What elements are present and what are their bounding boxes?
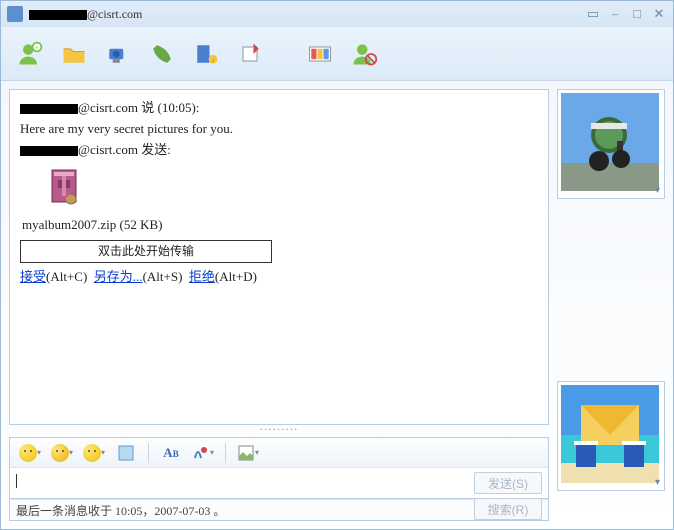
- emoticon-button-3[interactable]: ▾: [80, 441, 108, 465]
- contact-avatar[interactable]: ▾: [557, 89, 665, 199]
- conversation-panel: @cisrt.com 说 (10:05): Here are my very s…: [9, 89, 549, 425]
- font-button[interactable]: AB: [157, 441, 185, 465]
- chat-window: @cisrt.com ▭ – □ ✕ + ♪ @cisrt.com 说 (10:…: [0, 0, 674, 530]
- search-button[interactable]: 搜索(R): [474, 498, 542, 520]
- emoticon-button-2[interactable]: ▾: [48, 441, 76, 465]
- window-title: @cisrt.com: [29, 7, 585, 22]
- svg-text:+: +: [35, 43, 39, 51]
- main-toolbar: + ♪: [1, 27, 673, 81]
- titlebar: @cisrt.com ▭ – □ ✕: [1, 1, 673, 27]
- gallery-button[interactable]: [301, 36, 339, 72]
- splitter[interactable]: ·········: [9, 425, 549, 437]
- background-button[interactable]: ▾: [234, 441, 262, 465]
- svg-text:♪: ♪: [211, 57, 214, 63]
- voice-clip-button[interactable]: ▾: [189, 441, 217, 465]
- close-button[interactable]: ✕: [651, 7, 667, 21]
- compose-area: ▾ ▾ ▾ AB ▾ ▾ 发送(S) 搜索(R): [9, 437, 549, 499]
- decline-link[interactable]: 拒绝: [189, 269, 215, 284]
- message-text: Here are my very secret pictures for you…: [20, 119, 538, 140]
- emoticon-button-1[interactable]: ▾: [16, 441, 44, 465]
- status-text: 最后一条消息收于 10:05，2007-07-03 。: [16, 502, 225, 519]
- status-bar: 最后一条消息收于 10:05，2007-07-03 。 A: [9, 499, 549, 521]
- message-input[interactable]: 发送(S) 搜索(R): [10, 468, 548, 498]
- save-as-link[interactable]: 另存为...: [94, 269, 143, 284]
- invite-button[interactable]: +: [11, 36, 49, 72]
- dock-button[interactable]: ▭: [585, 7, 601, 21]
- video-call-button[interactable]: [99, 36, 137, 72]
- block-button[interactable]: [345, 36, 383, 72]
- games-button[interactable]: [231, 36, 269, 72]
- avatar-menu-icon[interactable]: ▾: [655, 185, 660, 196]
- transfer-progress[interactable]: 双击此处开始传输: [20, 240, 272, 263]
- compose-toolbar: ▾ ▾ ▾ AB ▾ ▾: [10, 438, 548, 468]
- send-button[interactable]: 发送(S): [474, 472, 542, 494]
- app-icon: [7, 6, 23, 22]
- minimize-button[interactable]: –: [607, 7, 623, 21]
- transfer-actions: 接受(Alt+C) 另存为...(Alt+S) 拒绝(Alt+D): [20, 267, 538, 288]
- accept-link[interactable]: 接受: [20, 269, 46, 284]
- wink-button[interactable]: [112, 441, 140, 465]
- share-files-button[interactable]: [55, 36, 93, 72]
- voice-call-button[interactable]: [143, 36, 181, 72]
- file-name: myalbum2007.zip (52 KB): [22, 215, 538, 236]
- maximize-button[interactable]: □: [629, 7, 645, 21]
- avatar-menu-icon[interactable]: ▾: [655, 477, 660, 488]
- activities-button[interactable]: ♪: [187, 36, 225, 72]
- archive-file-icon: [44, 166, 84, 206]
- self-avatar[interactable]: ▾: [557, 381, 665, 491]
